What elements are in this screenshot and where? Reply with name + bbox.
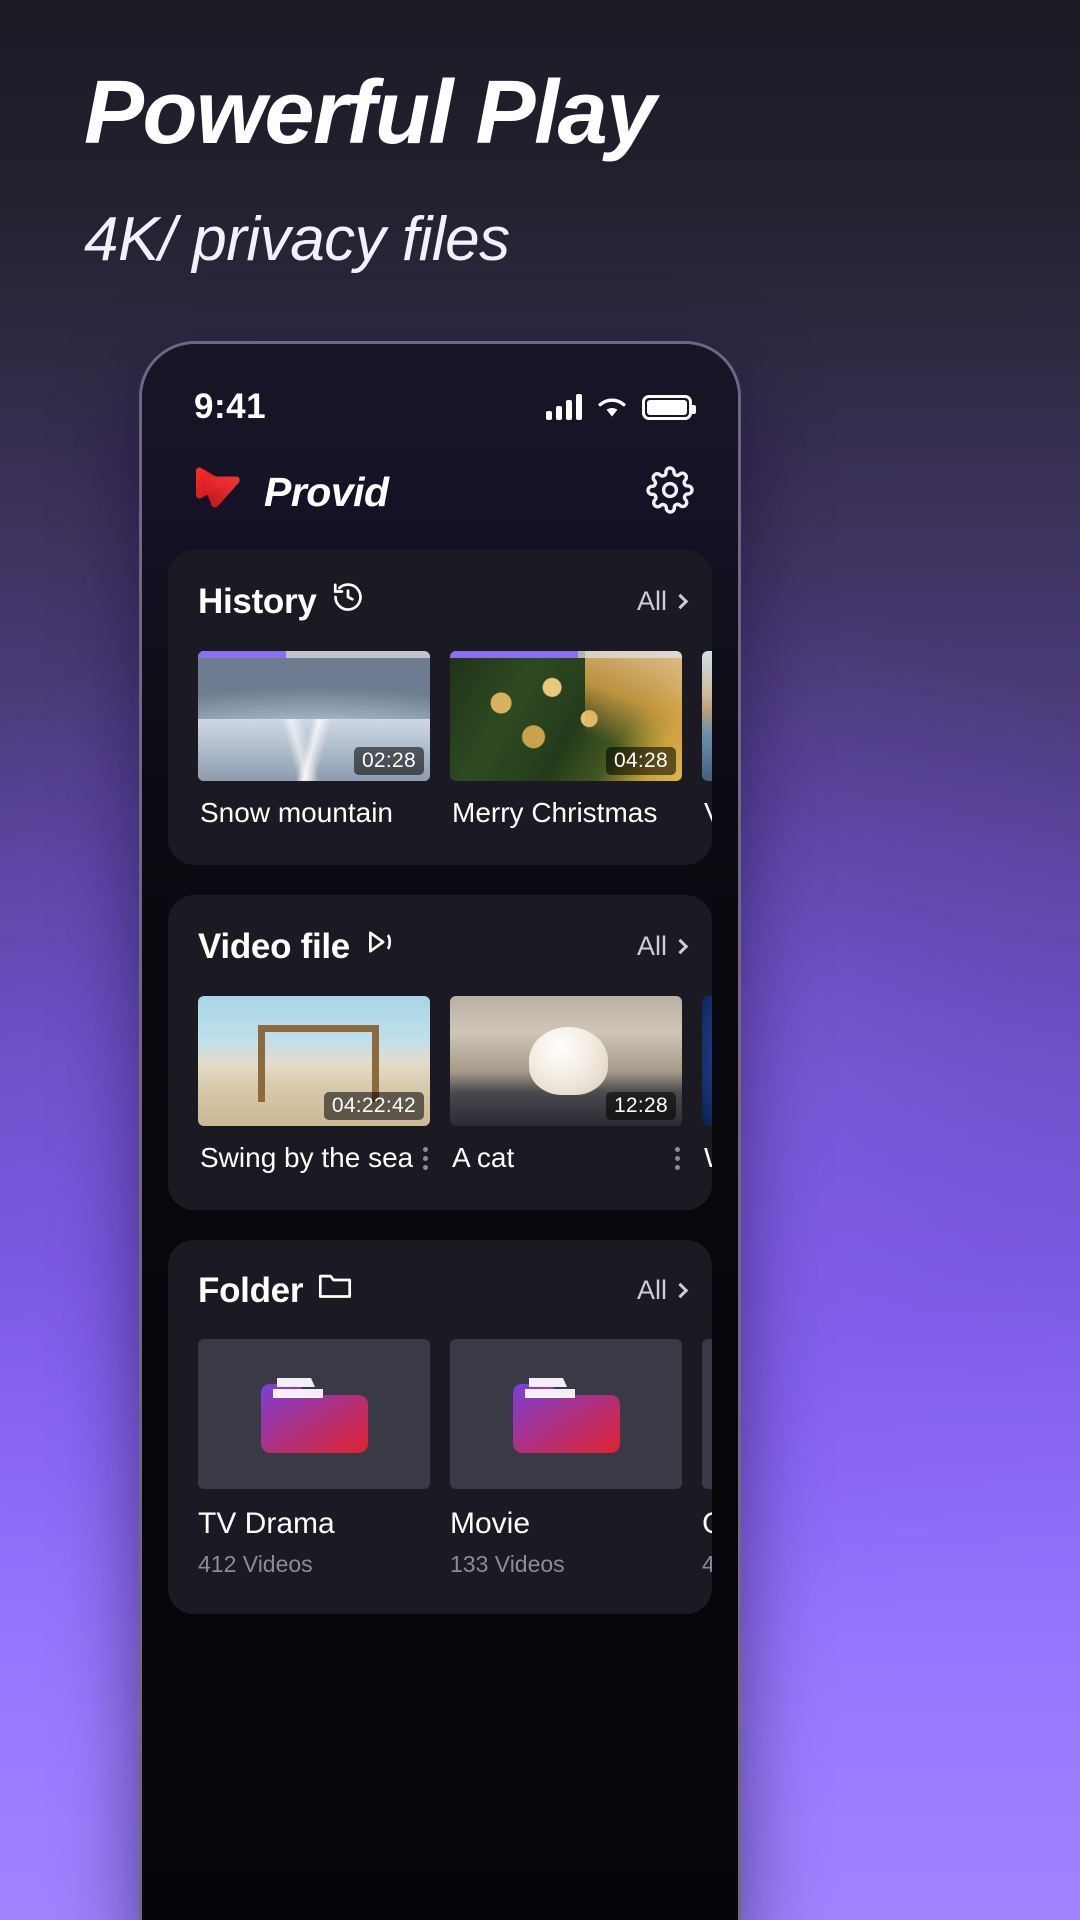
section-header-video-file: Video file All: [168, 925, 712, 968]
section-card-video-file: Video file All 04:22:42 Swing by the sea…: [168, 895, 712, 1210]
brand-name: Provid: [264, 468, 389, 515]
video-thumbnail[interactable]: 02:28: [198, 651, 430, 781]
app-bar: Provid: [142, 440, 738, 528]
video-tile[interactable]: 04:28 Merry Christmas: [450, 651, 682, 829]
phone-screen: 9:41 Provid History All 02:28 Snow mount…: [142, 344, 738, 1920]
section-all-link-history[interactable]: All: [636, 586, 689, 617]
section-all-link-video-file[interactable]: All: [636, 931, 689, 962]
history-rail[interactable]: 02:28 Snow mountain 04:28 Merry Christma…: [168, 651, 712, 829]
status-bar: 9:41: [142, 344, 738, 440]
folder-icon: [317, 1270, 353, 1311]
more-options-icon[interactable]: [413, 1146, 428, 1170]
folder-thumbnail[interactable]: [702, 1339, 712, 1489]
provid-play-logo-icon: [192, 466, 246, 519]
promo-subheadline: 4K/ privacy files: [84, 204, 510, 274]
watch-progress-bar: [450, 651, 578, 658]
section-card-history: History All 02:28 Snow mountain 04:28 Me…: [168, 550, 712, 865]
video-tile[interactable]: 02:28 Snow mountain: [198, 651, 430, 829]
all-label: All: [636, 1275, 667, 1305]
video-tile-footer: A cat: [450, 1126, 682, 1174]
video-thumbnail[interactable]: 12:28: [450, 996, 682, 1126]
video-tile[interactable]: 04:22:42 Swing by the sea: [198, 996, 430, 1174]
phone-mockup: 9:41 Provid History All 02:28 Snow mount…: [139, 341, 741, 1920]
folder-video-count: 133 Videos: [450, 1551, 565, 1577]
section-title-text: Video file: [198, 926, 350, 966]
thumbnail-art: [702, 996, 712, 1126]
video-title: Merry Christmas: [452, 797, 658, 828]
chevron-right-icon: [672, 1282, 689, 1299]
folder-name: Camera: [702, 1507, 712, 1541]
video-thumbnail[interactable]: [702, 651, 712, 781]
video-tile[interactable]: Venice: [702, 651, 712, 829]
all-label: All: [636, 586, 667, 616]
chevron-right-icon: [672, 593, 689, 610]
video-tile-footer: Snow mountain: [198, 781, 430, 829]
folder-name: Movie: [450, 1507, 531, 1540]
wifi-icon: [596, 395, 628, 419]
video-title: Wind: [704, 1142, 712, 1174]
section-all-link-folder[interactable]: All: [636, 1275, 689, 1306]
chevron-right-icon: [672, 938, 689, 955]
folder-thumbnail[interactable]: [450, 1339, 682, 1489]
more-options-icon[interactable]: [665, 1146, 680, 1170]
video-thumbnail[interactable]: 04:28: [450, 651, 682, 781]
section-title-text: History: [198, 581, 317, 621]
video-thumbnail[interactable]: [702, 996, 712, 1126]
status-bar-indicators: [546, 394, 696, 420]
folder-tile[interactable]: TV Drama 412 Videos: [198, 1339, 430, 1578]
folder-name: TV Drama: [198, 1507, 335, 1540]
video-title: Swing by the sea: [200, 1142, 413, 1173]
section-header-history: History All: [168, 580, 712, 623]
section-title-video-file: Video file: [198, 925, 398, 968]
gear-icon[interactable]: [646, 465, 694, 519]
folder-rail[interactable]: TV Drama 412 Videos Movie 133 Videos: [168, 1339, 712, 1578]
video-tile-footer: Merry Christmas: [450, 781, 682, 829]
video-thumbnail[interactable]: 04:22:42: [198, 996, 430, 1126]
folder-thumbnail[interactable]: [198, 1339, 430, 1489]
section-title-folder: Folder: [198, 1270, 353, 1311]
section-title-text: Folder: [198, 1270, 304, 1310]
status-bar-clock: 9:41: [194, 387, 267, 426]
video-duration: 04:22:42: [323, 1092, 424, 1120]
folder-gradient-icon: [513, 1378, 620, 1453]
history-clock-icon: [331, 580, 365, 623]
video-tile-footer: Wind: [702, 1126, 712, 1174]
video-tile-footer: Venice: [702, 781, 712, 829]
folder-video-count: 4 Videos: [702, 1551, 712, 1578]
cellular-bars-icon: [546, 394, 582, 420]
video-title: Snow mountain: [200, 797, 394, 828]
home-content: History All 02:28 Snow mountain 04:28 Me…: [142, 528, 738, 1614]
video-duration: 02:28: [353, 747, 424, 775]
video-file-rail[interactable]: 04:22:42 Swing by the sea 12:28 A cat: [168, 996, 712, 1174]
folder-tile[interactable]: Camera 4 Videos: [702, 1339, 712, 1578]
thumbnail-art: [702, 651, 712, 781]
section-title-history: History: [198, 580, 365, 623]
video-title: Venice: [704, 797, 712, 829]
video-duration: 04:28: [605, 747, 676, 775]
watch-progress-bar: [198, 651, 287, 658]
brand-block: Provid: [192, 466, 389, 519]
video-tile-footer: Swing by the sea: [198, 1126, 430, 1174]
folder-gradient-icon: [261, 1378, 368, 1453]
section-header-folder: Folder All: [168, 1270, 712, 1311]
promo-text-block: Powerful Play 4K/ privacy files: [0, 0, 1080, 272]
all-label: All: [636, 931, 667, 961]
video-tile[interactable]: Wind: [702, 996, 712, 1174]
video-play-icon: [364, 925, 398, 968]
video-tile[interactable]: 12:28 A cat: [450, 996, 682, 1174]
section-card-folder: Folder All TV Drama 412 Videos Movie 133…: [168, 1240, 712, 1614]
folder-tile[interactable]: Movie 133 Videos: [450, 1339, 682, 1578]
video-title: A cat: [452, 1142, 515, 1173]
battery-full-icon: [642, 394, 696, 420]
promo-headline: Powerful Play: [84, 63, 656, 163]
folder-video-count: 412 Videos: [198, 1551, 313, 1577]
video-duration: 12:28: [605, 1092, 676, 1120]
